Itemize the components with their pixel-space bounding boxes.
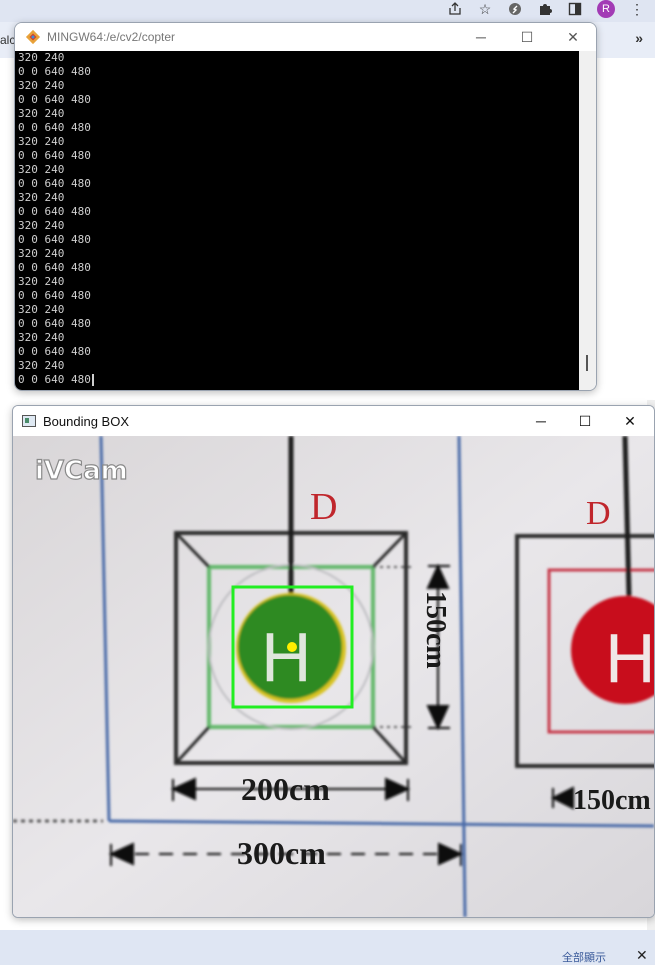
bounding-box-window: Bounding BOX ─ ☐ ✕ D D H H 200cm 300cm 1… — [12, 405, 655, 918]
terminal-line: 320 240 — [18, 51, 65, 64]
extension-s-icon[interactable] — [507, 1, 523, 17]
camera-frame: D D H H 200cm 300cm 150cm 150cm iVCam — [13, 436, 654, 917]
terminal-line: 0 0 640 480 — [18, 233, 91, 246]
viewer-close-button[interactable]: ✕ — [607, 410, 653, 432]
pad-letter-h: H — [261, 618, 312, 696]
viewer-titlebar[interactable]: Bounding BOX ─ ☐ ✕ — [13, 406, 654, 436]
terminal-line: 320 240 — [18, 331, 65, 344]
profile-avatar[interactable]: R — [597, 0, 615, 18]
dimension-150-label: 150cm — [420, 591, 451, 669]
close-button[interactable]: ✕ — [550, 26, 596, 48]
viewer-title: Bounding BOX — [43, 414, 130, 429]
viewer-maximize-button[interactable]: ☐ — [562, 410, 608, 432]
more-menu-icon[interactable]: ⋮ — [629, 1, 645, 17]
terminal-titlebar[interactable]: MINGW64:/e/cv2/copter ─ ☐ ✕ — [15, 23, 596, 51]
terminal-line: 320 240 — [18, 219, 65, 232]
terminal-cursor — [91, 374, 94, 386]
browser-extension-bar: ☆ R ⋮ — [447, 0, 655, 18]
terminal-line: 0 0 640 480 — [18, 93, 91, 106]
bookmarks-overflow-button[interactable]: » — [635, 30, 643, 46]
terminal-line: 0 0 640 480 — [18, 289, 91, 302]
terminal-title: MINGW64:/e/cv2/copter — [47, 30, 176, 44]
pad-letter-h-right: H — [605, 619, 654, 697]
terminal-line: 0 0 640 480 — [18, 345, 91, 358]
git-bash-icon — [25, 29, 41, 45]
terminal-line: 320 240 — [18, 359, 65, 372]
terminal-line: 320 240 — [18, 275, 65, 288]
terminal-line: 0 0 640 480 — [18, 261, 91, 274]
maximize-button[interactable]: ☐ — [504, 26, 550, 48]
terminal-scroll-thumb[interactable] — [586, 355, 588, 371]
terminal-line: 0 0 640 480 — [18, 317, 91, 330]
terminal-scrollbar[interactable] — [579, 51, 596, 390]
download-bar — [0, 930, 655, 961]
terminal-line: 0 0 640 480 — [18, 205, 91, 218]
dimension-150-right-label: 150cm — [573, 785, 651, 816]
terminal-line: 0 0 640 480 — [18, 149, 91, 162]
window-app-icon — [22, 415, 36, 427]
ivcam-watermark: iVCam — [35, 456, 128, 486]
dimension-200-label: 200cm — [241, 771, 330, 807]
terminal-output[interactable]: 320 240 0 0 640 480 320 240 0 0 640 480 320 … — [15, 51, 579, 390]
terminal-line: 320 240 — [18, 191, 65, 204]
terminal-line: 320 240 — [18, 247, 65, 260]
terminal-line: 0 0 640 480 — [18, 177, 91, 190]
terminal-line: 320 240 — [18, 163, 65, 176]
terminal-window: MINGW64:/e/cv2/copter ─ ☐ ✕ 320 240 0 0 6… — [14, 22, 597, 391]
share-icon[interactable] — [447, 1, 463, 17]
terminal-line: 0 0 640 480 — [18, 373, 579, 387]
terminal-line: 320 240 — [18, 79, 65, 92]
minimize-button[interactable]: ─ — [458, 26, 504, 48]
terminal-line: 320 240 — [18, 107, 65, 120]
download-bar-close-button[interactable]: ✕ — [636, 947, 648, 964]
terminal-line: 0 0 640 480 — [18, 121, 91, 134]
show-all-downloads-link[interactable]: 全部顯示 — [562, 949, 606, 965]
terminal-line: 0 0 640 480 — [18, 65, 91, 78]
detection-center-dot — [287, 642, 297, 652]
bookmark-star-icon[interactable]: ☆ — [477, 1, 493, 17]
terminal-line: 320 240 — [18, 135, 65, 148]
extensions-puzzle-icon[interactable] — [537, 1, 553, 17]
side-panel-icon[interactable] — [567, 1, 583, 17]
label-d-left: D — [310, 486, 337, 528]
viewer-minimize-button[interactable]: ─ — [518, 410, 564, 432]
dimension-300-label: 300cm — [237, 835, 326, 871]
terminal-line: 320 240 — [18, 303, 65, 316]
label-d-right: D — [586, 495, 611, 532]
